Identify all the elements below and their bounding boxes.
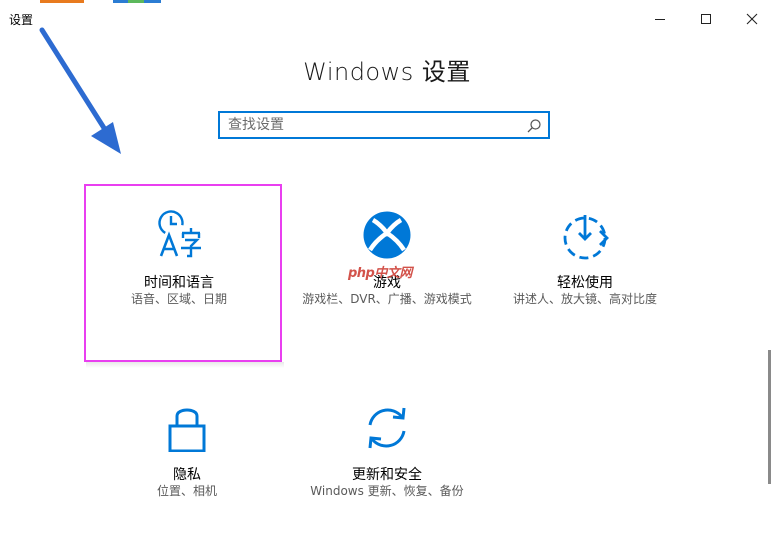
time-language-icon	[158, 210, 201, 258]
minimize-icon	[655, 19, 665, 20]
tile-label: 更新和安全	[352, 467, 422, 483]
watermark: php中文网	[348, 266, 412, 281]
taskbar-thumbnail-orange	[40, 0, 84, 3]
lock-icon	[168, 408, 206, 452]
close-icon	[746, 13, 758, 25]
page-title: Windows 设置	[303, 58, 471, 86]
highlight-shadow	[86, 362, 284, 368]
search-icon[interactable]	[526, 118, 542, 134]
maximize-icon	[701, 14, 711, 24]
xbox-icon	[363, 211, 411, 259]
tile-privacy[interactable]: 隐私 位置、相机	[87, 398, 287, 518]
tile-label: 轻松使用	[557, 275, 613, 291]
tile-time-language[interactable]: 时间和语言 语音、区域、日期	[79, 205, 279, 355]
taskbar-thumbnail-green	[128, 0, 144, 3]
tile-description: 讲述人、放大镜、高对比度	[512, 292, 657, 306]
tile-label: 时间和语言	[144, 275, 214, 291]
close-button[interactable]	[729, 5, 774, 33]
maximize-button[interactable]	[683, 5, 729, 33]
tile-update-security[interactable]: 更新和安全 Windows 更新、恢复、备份	[287, 398, 487, 523]
search-box[interactable]	[218, 111, 550, 139]
tile-description: 游戏栏、DVR、广播、游戏模式	[302, 292, 472, 306]
minimize-button[interactable]	[637, 5, 683, 33]
tile-ease-of-access[interactable]: 轻松使用 讲述人、放大镜、高对比度	[485, 205, 685, 355]
tile-description: 语音、区域、日期	[130, 292, 227, 306]
search-input[interactable]	[228, 116, 518, 134]
ease-of-access-icon	[563, 215, 609, 260]
update-icon	[368, 407, 406, 449]
window-title: 设置	[9, 13, 34, 27]
tile-label: 隐私	[173, 467, 201, 483]
tile-description: 位置、相机	[156, 484, 217, 498]
scrollbar[interactable]	[768, 350, 771, 484]
tile-description: Windows 更新、恢复、备份	[310, 484, 464, 498]
title-bar: 设置	[0, 0, 774, 40]
